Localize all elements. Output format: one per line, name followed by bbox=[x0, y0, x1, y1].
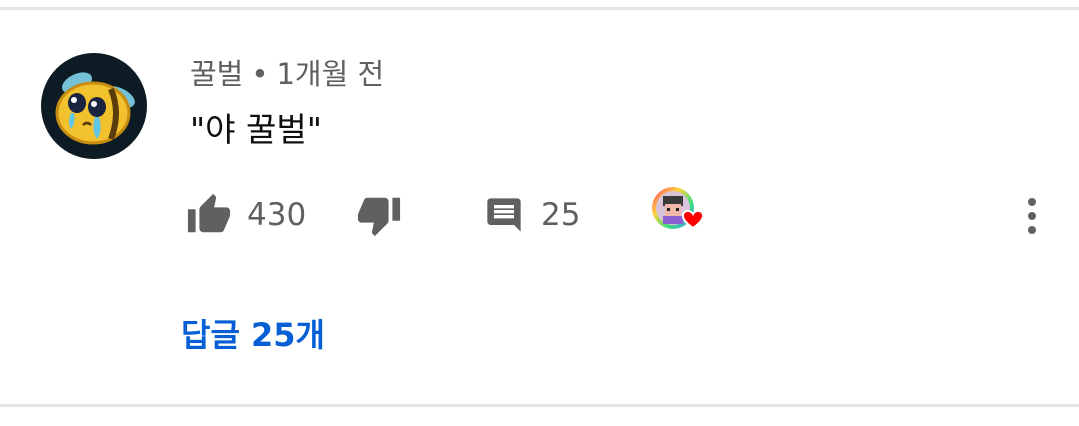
thumbs-up-icon bbox=[187, 193, 231, 233]
comment-time[interactable]: 1개월 전 bbox=[276, 57, 384, 91]
dislike-button[interactable] bbox=[356, 190, 402, 240]
comment-icon bbox=[487, 198, 521, 232]
comment-meta: 꿀벌 • 1개월 전 bbox=[190, 54, 384, 94]
heart-icon bbox=[652, 187, 705, 230]
bottom-divider bbox=[0, 404, 1079, 407]
more-options-button[interactable] bbox=[1018, 190, 1046, 240]
view-replies-link[interactable]: 답글 25개 bbox=[181, 313, 325, 357]
bee-avatar-image bbox=[41, 53, 147, 159]
comment-action-bar: 430 25 bbox=[0, 187, 1079, 240]
author-name[interactable]: 꿀벌 bbox=[190, 57, 243, 91]
comment-text: "야 꿀벌" bbox=[190, 110, 322, 149]
more-vertical-icon bbox=[1028, 198, 1036, 234]
reply-count: 25 bbox=[541, 197, 581, 233]
author-avatar[interactable] bbox=[41, 53, 147, 159]
like-button[interactable] bbox=[186, 190, 232, 240]
thumbs-down-icon bbox=[357, 197, 401, 237]
like-count: 430 bbox=[247, 197, 307, 233]
top-divider bbox=[0, 7, 1079, 10]
creator-heart-badge bbox=[651, 187, 709, 238]
reply-button[interactable] bbox=[484, 190, 524, 240]
meta-separator: • bbox=[251, 57, 269, 91]
